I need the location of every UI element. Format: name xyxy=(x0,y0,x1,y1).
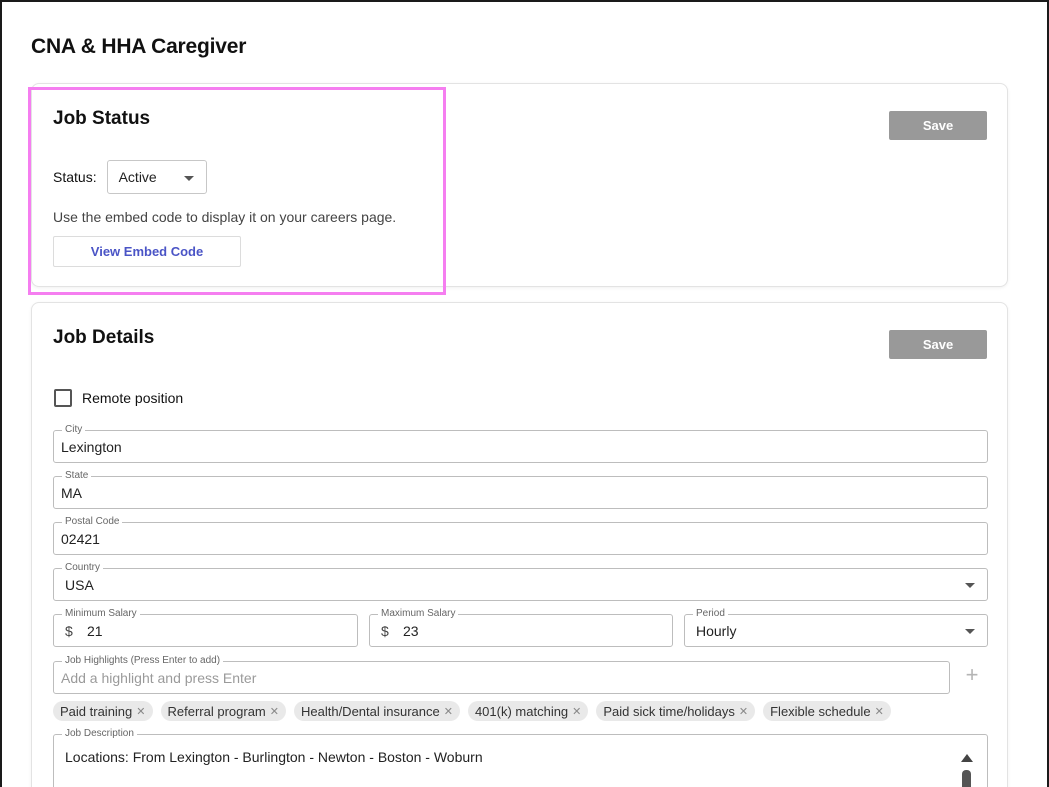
dollar-icon: $ xyxy=(65,623,73,639)
view-embed-code-button[interactable]: View Embed Code xyxy=(53,236,241,267)
chip-label: Paid training xyxy=(60,703,133,719)
page-title: CNA & HHA Caregiver xyxy=(31,35,247,58)
job-highlights-label: Job Highlights (Press Enter to add) xyxy=(62,655,224,667)
chip-label: 401(k) matching xyxy=(474,703,569,719)
scroll-up-icon[interactable] xyxy=(961,754,973,762)
job-status-save-button[interactable]: Save xyxy=(889,111,987,140)
close-icon[interactable]: ✕ xyxy=(270,705,279,718)
highlight-chips: Paid training ✕ Referral program ✕ Healt… xyxy=(53,701,891,721)
period-label: Period xyxy=(693,608,728,620)
minimum-salary-value: 21 xyxy=(87,623,103,639)
country-label: Country xyxy=(62,562,104,574)
chip-label: Health/Dental insurance xyxy=(300,703,440,719)
remote-position-checkbox[interactable] xyxy=(54,389,72,407)
add-highlight-icon[interactable]: + xyxy=(964,664,980,686)
status-row: Status: Active xyxy=(53,160,207,194)
dollar-icon: $ xyxy=(381,623,389,639)
highlight-chip: Paid sick time/holidays ✕ xyxy=(596,701,756,721)
job-status-title: Job Status xyxy=(53,108,151,129)
close-icon[interactable]: ✕ xyxy=(739,705,748,718)
highlight-chip: Referral program ✕ xyxy=(160,701,286,721)
maximum-salary-field[interactable]: Maximum Salary $ 23 xyxy=(369,608,673,647)
app-window: CNA & HHA Caregiver Job Status Save Stat… xyxy=(0,0,1049,787)
job-status-card: Job Status Save Status: Active Use the e… xyxy=(31,83,1008,287)
job-details-title: Job Details xyxy=(53,327,155,348)
job-highlights-input[interactable] xyxy=(61,669,921,687)
chevron-down-icon xyxy=(183,176,194,181)
embed-description: Use the embed code to display it on your… xyxy=(53,209,397,225)
country-select[interactable]: Country USA xyxy=(53,562,988,601)
job-description-value: Locations: From Lexington - Burlington -… xyxy=(65,749,483,765)
maximum-salary-label: Maximum Salary xyxy=(378,608,459,620)
city-value: Lexington xyxy=(61,439,122,455)
status-select[interactable]: Active xyxy=(106,160,207,194)
remote-position-label: Remote position xyxy=(82,390,184,406)
close-icon[interactable]: ✕ xyxy=(136,705,145,718)
status-label: Status: xyxy=(53,169,97,185)
chip-label: Paid sick time/holidays xyxy=(603,703,735,719)
highlight-chip: Health/Dental insurance ✕ xyxy=(293,701,460,721)
highlight-chip: Paid training ✕ xyxy=(53,701,153,721)
country-value: USA xyxy=(65,577,94,593)
minimum-salary-label: Minimum Salary xyxy=(62,608,140,620)
job-highlights-field[interactable]: Job Highlights (Press Enter to add) xyxy=(53,655,950,694)
chevron-down-icon xyxy=(965,629,975,634)
close-icon[interactable]: ✕ xyxy=(572,705,581,718)
remote-position-row[interactable]: Remote position xyxy=(54,389,183,407)
postal-code-label: Postal Code xyxy=(62,516,123,528)
period-value: Hourly xyxy=(696,623,737,639)
scrollbar-thumb[interactable] xyxy=(962,770,971,787)
postal-code-field[interactable]: Postal Code 02421 xyxy=(53,516,988,555)
close-icon[interactable]: ✕ xyxy=(875,705,884,718)
state-label: State xyxy=(62,470,92,482)
job-details-save-button[interactable]: Save xyxy=(889,330,987,359)
state-value: MA xyxy=(61,485,82,501)
maximum-salary-value: 23 xyxy=(403,623,419,639)
state-field[interactable]: State MA xyxy=(53,470,988,509)
city-field[interactable]: City Lexington xyxy=(53,424,988,463)
close-icon[interactable]: ✕ xyxy=(444,705,453,718)
job-description-label: Job Description xyxy=(62,728,137,740)
city-label: City xyxy=(62,424,86,436)
highlight-chip: Flexible schedule ✕ xyxy=(763,701,891,721)
highlight-chip: 401(k) matching ✕ xyxy=(467,701,589,721)
postal-code-value: 02421 xyxy=(61,531,100,547)
job-details-card: Job Details Save Remote position City Le… xyxy=(31,302,1008,787)
chip-label: Flexible schedule xyxy=(770,703,871,719)
period-select[interactable]: Period Hourly xyxy=(684,608,988,647)
chip-label: Referral program xyxy=(167,703,266,719)
minimum-salary-field[interactable]: Minimum Salary $ 21 xyxy=(53,608,358,647)
chevron-down-icon xyxy=(965,583,975,588)
job-description-field[interactable]: Job Description Locations: From Lexingto… xyxy=(53,728,988,787)
status-select-value: Active xyxy=(118,169,157,185)
